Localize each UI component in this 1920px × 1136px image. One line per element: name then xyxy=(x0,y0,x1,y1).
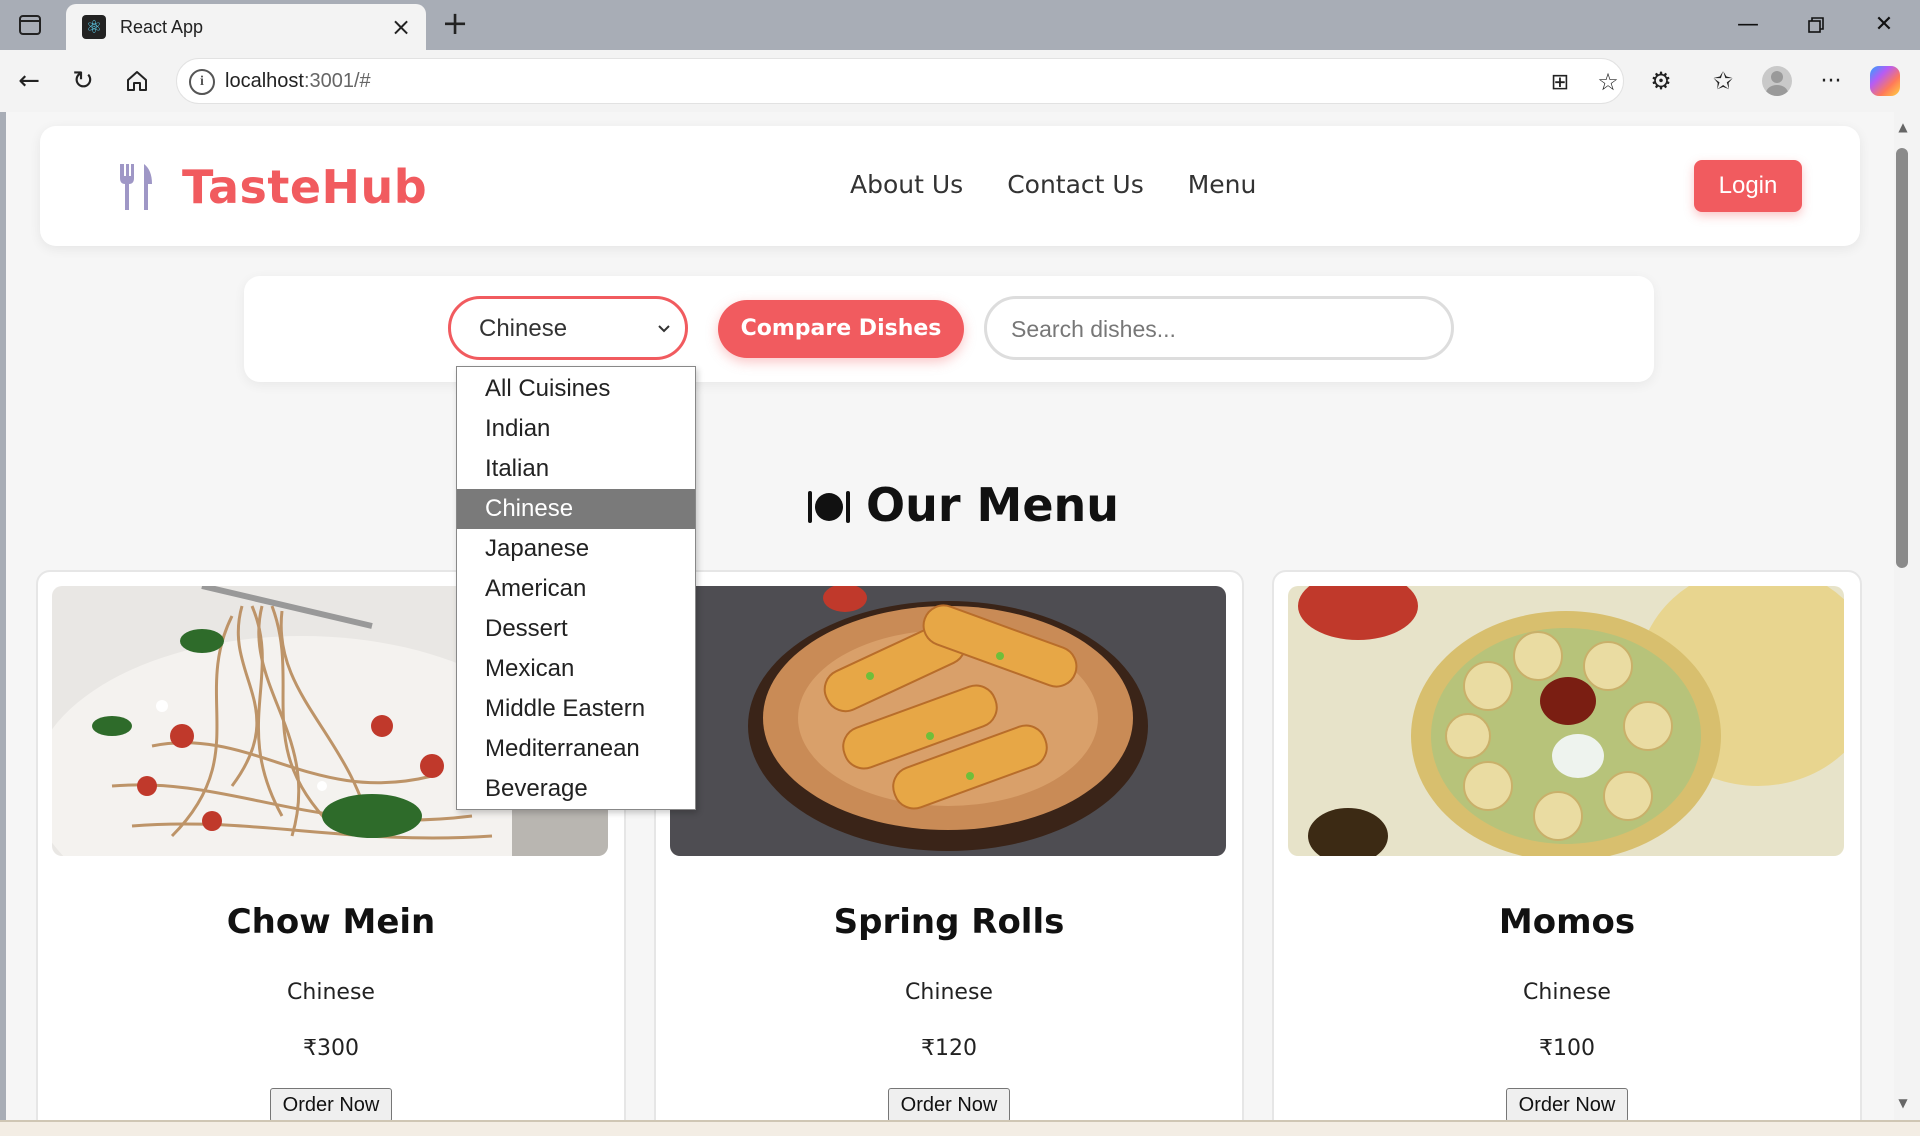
address-bar[interactable]: i localhost:3001/# ⊞ ☆ xyxy=(176,58,1624,104)
site-header: TasteHub About Us Contact Us Menu Login xyxy=(40,126,1860,246)
dish-image xyxy=(1288,586,1844,856)
cuisine-dropdown-list: All Cuisines Indian Italian Chinese Japa… xyxy=(456,366,696,810)
favorite-star-icon[interactable]: ☆ xyxy=(1589,63,1627,101)
favorites-icon[interactable]: ✩ xyxy=(1704,62,1742,100)
dish-card: Spring Rolls Chinese ₹120 Order Now xyxy=(654,570,1244,1120)
dish-card: Momos Chinese ₹100 Order Now xyxy=(1272,570,1862,1120)
dish-price: ₹300 xyxy=(303,1036,359,1061)
site-info-icon[interactable]: i xyxy=(189,69,215,95)
page-viewport: TasteHub About Us Contact Us Menu Login … xyxy=(6,112,1894,1120)
tab-title: React App xyxy=(120,16,204,37)
url-text: localhost:3001/# xyxy=(225,70,371,92)
browser-tab[interactable]: ⚛ React App × xyxy=(66,4,426,50)
search-field[interactable] xyxy=(984,296,1454,360)
cuisine-option[interactable]: Mexican xyxy=(457,649,695,689)
cuisine-option[interactable]: Italian xyxy=(457,449,695,489)
nav-menu[interactable]: Menu xyxy=(1188,170,1257,199)
cuisine-option[interactable]: American xyxy=(457,569,695,609)
browser-tab-bar: ⚛ React App × + — ✕ xyxy=(0,0,1920,50)
more-options-icon[interactable]: ··· xyxy=(1812,62,1850,100)
dish-cuisine: Chinese xyxy=(1523,980,1611,1005)
fork-knife-icon xyxy=(120,164,152,210)
compare-dishes-button[interactable]: Compare Dishes xyxy=(718,300,964,358)
dish-name: Spring Rolls xyxy=(833,902,1065,942)
extensions-icon[interactable]: ⚙ xyxy=(1642,62,1680,100)
profile-avatar[interactable] xyxy=(1758,62,1796,100)
react-favicon-icon: ⚛ xyxy=(82,15,106,39)
new-tab-icon[interactable]: + xyxy=(438,7,472,42)
cuisine-select[interactable]: Chinese xyxy=(448,296,688,360)
cuisine-option[interactable]: All Cuisines xyxy=(457,369,695,409)
back-icon[interactable]: ← xyxy=(10,62,48,100)
dish-price: ₹100 xyxy=(1539,1036,1595,1061)
window-bottom-edge xyxy=(0,1120,1920,1136)
order-now-button[interactable]: Order Now xyxy=(888,1088,1010,1120)
dish-image xyxy=(670,586,1226,856)
cuisine-option[interactable]: Japanese xyxy=(457,529,695,569)
scroll-thumb[interactable] xyxy=(1896,148,1908,568)
cuisine-option[interactable]: Mediterranean xyxy=(457,729,695,769)
dish-cuisine: Chinese xyxy=(905,980,993,1005)
sidebar-toggle-icon[interactable] xyxy=(16,11,44,39)
app-available-icon[interactable]: ⊞ xyxy=(1541,63,1579,101)
menu-heading: Our Menu xyxy=(806,478,1119,532)
scroll-up-icon[interactable]: ▲ xyxy=(1894,120,1912,136)
cuisine-option[interactable]: Middle Eastern xyxy=(457,689,695,729)
browser-toolbar: ← ↻ i localhost:3001/# ⊞ ☆ ⚙ ✩ ··· xyxy=(0,50,1920,112)
dish-cuisine: Chinese xyxy=(287,980,375,1005)
order-now-button[interactable]: Order Now xyxy=(1506,1088,1628,1120)
order-now-button[interactable]: Order Now xyxy=(270,1088,392,1120)
close-window-icon[interactable]: ✕ xyxy=(1864,8,1904,42)
dish-name: Momos xyxy=(1498,902,1636,942)
main-nav: About Us Contact Us Menu xyxy=(850,170,1256,199)
nav-about-us[interactable]: About Us xyxy=(850,170,963,199)
search-input[interactable] xyxy=(1011,314,1431,344)
cuisine-select-value: Chinese xyxy=(479,315,568,342)
cuisine-option[interactable]: Dessert xyxy=(457,609,695,649)
nav-contact-us[interactable]: Contact Us xyxy=(1007,170,1144,199)
close-tab-icon[interactable]: × xyxy=(388,14,414,40)
plate-cutlery-icon xyxy=(808,491,850,523)
chevron-down-icon xyxy=(658,325,670,333)
cuisine-option-selected[interactable]: Chinese xyxy=(457,489,695,529)
brand-name[interactable]: TasteHub xyxy=(182,160,427,214)
reload-icon[interactable]: ↻ xyxy=(64,62,102,100)
scroll-down-icon[interactable]: ▼ xyxy=(1894,1096,1912,1112)
dish-price: ₹120 xyxy=(921,1036,977,1061)
minimize-icon[interactable]: — xyxy=(1728,8,1768,42)
menu-title: Our Menu xyxy=(866,478,1120,532)
cuisine-option[interactable]: Beverage xyxy=(457,769,695,809)
cuisine-option[interactable]: Indian xyxy=(457,409,695,449)
home-icon[interactable] xyxy=(118,62,156,100)
login-button[interactable]: Login xyxy=(1694,160,1802,212)
copilot-icon[interactable] xyxy=(1866,62,1904,100)
restore-icon[interactable] xyxy=(1796,8,1836,42)
dish-name: Chow Mein xyxy=(226,902,436,942)
